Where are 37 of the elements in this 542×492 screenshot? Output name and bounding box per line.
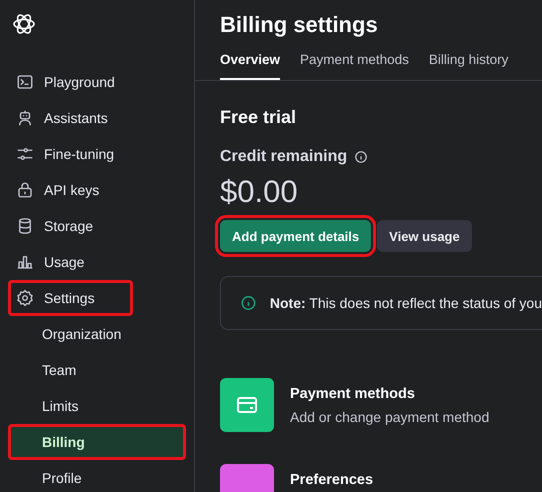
terminal-icon	[16, 73, 34, 91]
sidebar-item[interactable]: Billing	[8, 424, 186, 460]
sidebar-item[interactable]: Fine-tuning	[8, 136, 186, 172]
card-description: Add or change payment method	[290, 409, 490, 425]
logo-icon[interactable]	[12, 12, 36, 36]
sidebar-item[interactable]: Profile	[8, 460, 186, 492]
robot-icon	[16, 109, 34, 127]
plan-heading: Free trial	[220, 107, 298, 128]
lock-icon	[16, 181, 34, 199]
add-payment-button[interactable]: Add payment details	[220, 220, 372, 252]
info-icon	[241, 294, 256, 312]
sidebar-item[interactable]: Assistants	[8, 100, 186, 136]
credit-card-icon	[237, 397, 257, 413]
sidebar-item[interactable]: API keys	[8, 172, 186, 208]
bar-chart-icon	[16, 253, 34, 271]
sidebar-item[interactable]: Organization	[8, 316, 186, 352]
sidebar-item[interactable]: Limits	[8, 388, 186, 424]
sidebar-item[interactable]: Storage	[8, 208, 186, 244]
settings-icon	[16, 289, 34, 307]
note-text: Note: This does not reflect the status of you	[270, 295, 542, 311]
sidebar-item[interactable]: Settings	[8, 280, 133, 316]
card-tile[interactable]	[220, 378, 274, 432]
credit-amount: $0.00	[220, 174, 299, 210]
card-title[interactable]: Payment methods	[290, 386, 490, 402]
view-usage-button[interactable]: View usage	[377, 220, 472, 252]
tab[interactable]: Billing history	[428, 52, 508, 80]
tab[interactable]: Payment methods	[300, 52, 409, 80]
sidebar-item[interactable]: Team	[8, 352, 186, 388]
credit-label: Credit remaining	[220, 148, 348, 166]
database-icon	[16, 217, 34, 235]
sidebar-item[interactable]: Usage	[8, 244, 186, 280]
sidebar-item[interactable]: Playground	[8, 64, 186, 100]
info-icon[interactable]	[355, 151, 368, 163]
card-title[interactable]: Preferences	[290, 472, 374, 488]
page-title: Billing settings	[220, 12, 379, 38]
tab[interactable]: Overview	[220, 52, 280, 80]
sliders-icon	[16, 145, 34, 163]
